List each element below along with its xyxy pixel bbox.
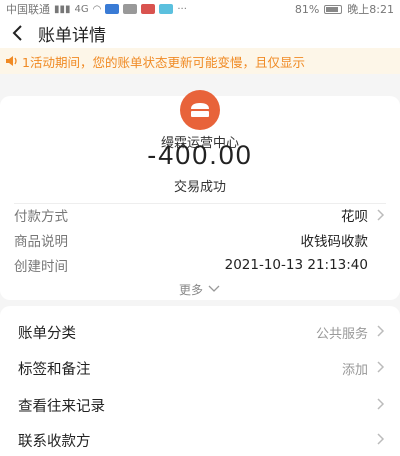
- more-notifications-icon: ···: [177, 3, 187, 15]
- transaction-amount: -400.00: [147, 140, 253, 170]
- detail-label: 商品说明: [14, 234, 68, 250]
- menu-item-bill-category[interactable]: 账单分类 公共服务: [0, 313, 400, 349]
- network-type: 4G: [74, 3, 89, 15]
- wifi-icon: ◠: [92, 3, 102, 15]
- chevron-right-icon: [376, 432, 386, 446]
- menu-value: 添加: [341, 363, 368, 378]
- menu-label: 标签和备注: [18, 362, 91, 378]
- chevron-right-icon: [376, 360, 386, 374]
- menu-item-view-history[interactable]: 查看往来记录: [0, 386, 400, 422]
- detail-row-created-time: 创建时间 2021-10-13 21:13:40: [0, 253, 400, 277]
- chevron-right-icon: [376, 324, 386, 338]
- detail-value: 花呗: [341, 209, 368, 225]
- menu-value: 公共服务: [315, 327, 368, 342]
- detail-row-description: 商品说明 收钱码收款: [0, 228, 400, 252]
- battery-percent: 81%: [294, 2, 320, 16]
- carrier-name: 中国联通: [6, 3, 50, 16]
- notification-app-icon: [105, 4, 120, 14]
- notification-app-icon: [123, 4, 138, 14]
- navigation-bar: 账单详情: [0, 18, 400, 48]
- more-label: 更多: [178, 282, 203, 297]
- clock: 晚上8:21: [347, 3, 394, 16]
- transaction-status: 交易成功: [173, 180, 226, 195]
- back-arrow-icon[interactable]: [2, 18, 32, 48]
- menu-label: 联系收款方: [18, 434, 91, 450]
- chevron-down-icon: [207, 282, 221, 296]
- menu-item-contact-payee[interactable]: 联系收款方: [0, 421, 400, 456]
- notice-banner[interactable]: 1活动期间，您的账单状态更新可能变慢，且仅显示: [0, 48, 400, 74]
- detail-row-payment-method[interactable]: 付款方式 花呗: [0, 203, 400, 227]
- battery-icon: [324, 4, 343, 14]
- page-title: 账单详情: [38, 25, 106, 46]
- speaker-icon: [4, 54, 20, 68]
- chevron-right-icon: [376, 397, 386, 411]
- notice-text: 1活动期间，您的账单状态更新可能变慢，且仅显示: [22, 54, 305, 70]
- menu-label: 查看往来记录: [18, 399, 105, 415]
- notification-app-icon: [159, 4, 174, 14]
- status-bar: 中国联通 ▮▮▮ 4G ◠ ··· 81% 晚上8:21: [0, 0, 400, 18]
- chevron-right-icon: [376, 208, 386, 222]
- detail-label: 付款方式: [14, 209, 68, 225]
- merchant-logo-icon: [180, 90, 220, 130]
- signal-icon: ▮▮▮: [54, 3, 71, 15]
- detail-value: 收钱码收款: [300, 234, 369, 250]
- menu-label: 账单分类: [18, 326, 76, 342]
- detail-label: 创建时间: [14, 259, 68, 275]
- battery-level-fill: [326, 6, 338, 12]
- menu-item-tags-notes[interactable]: 标签和备注 添加: [0, 349, 400, 385]
- more-toggle[interactable]: 更多: [0, 280, 400, 298]
- detail-value: 2021-10-13 21:13:40: [224, 257, 368, 273]
- notification-app-icon: [141, 4, 156, 14]
